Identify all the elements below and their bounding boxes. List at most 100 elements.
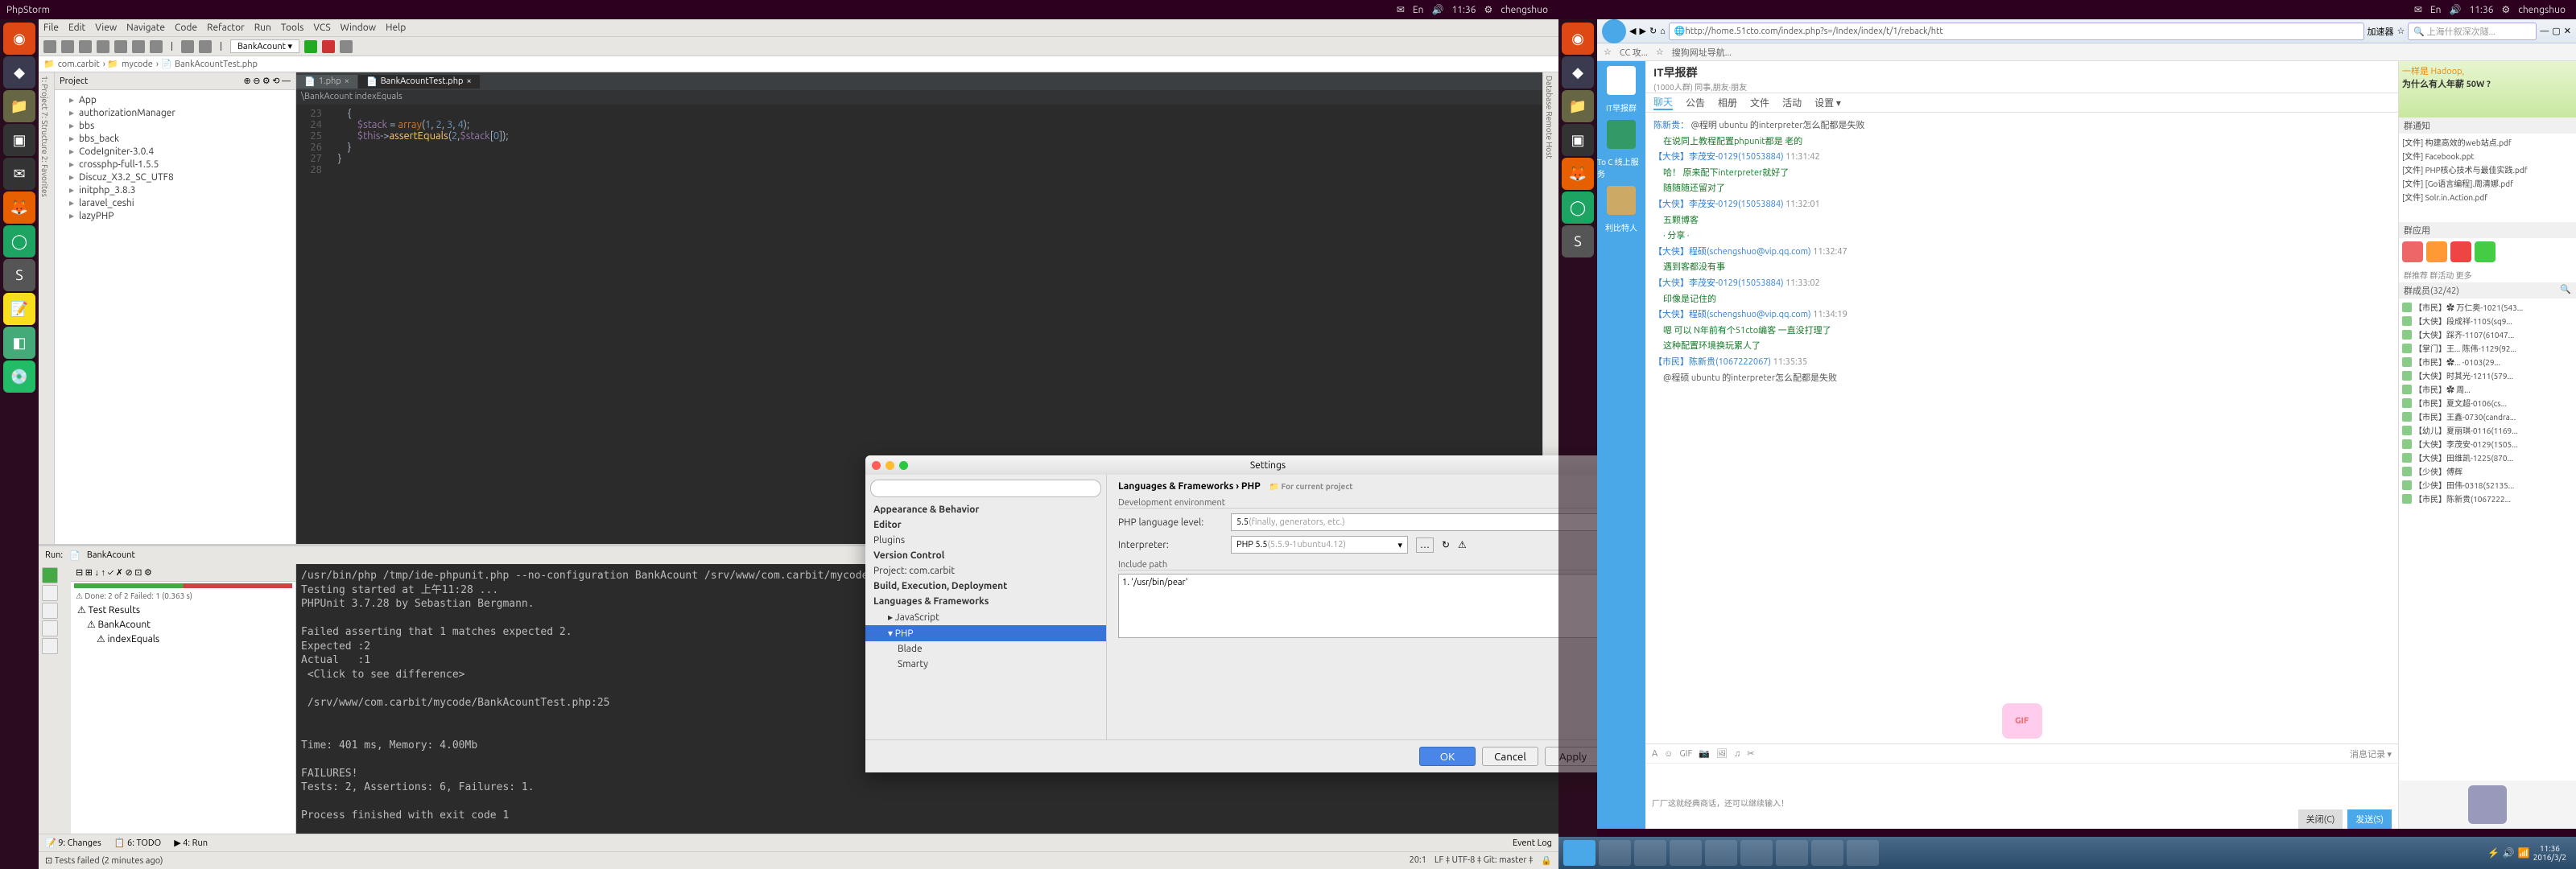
- taskbar-item[interactable]: [1670, 840, 1702, 866]
- taskbar-item[interactable]: [1740, 840, 1773, 866]
- left-toolwindow-bar[interactable]: 1: Project 7: Structure 2: Favorites: [39, 72, 55, 544]
- nav-row[interactable]: Plugins: [865, 533, 1106, 548]
- export-icon[interactable]: [42, 638, 58, 654]
- nav-row[interactable]: Editor: [865, 517, 1106, 533]
- sogou-icon[interactable]: S: [1562, 225, 1594, 257]
- tree-item[interactable]: bbs: [58, 119, 292, 132]
- max-icon[interactable]: ▢: [2552, 26, 2560, 36]
- menu-file[interactable]: File: [43, 23, 59, 33]
- menu-run[interactable]: Run: [254, 23, 271, 33]
- clock[interactable]: 11:36: [2469, 5, 2493, 15]
- taskbar-item[interactable]: [1634, 840, 1666, 866]
- tree-item[interactable]: authorizationManager: [58, 106, 292, 119]
- nav-row[interactable]: Appearance & Behavior: [865, 502, 1106, 517]
- debug-icon[interactable]: [322, 40, 335, 53]
- tree-class[interactable]: BankAcount: [98, 620, 151, 630]
- emoji-icon[interactable]: ☺: [1664, 749, 1673, 759]
- vip-icon[interactable]: 📷: [1699, 748, 1710, 759]
- project-tools[interactable]: ⊕ ⊖ ⚙ ⟲ —: [243, 76, 291, 86]
- terminal-icon[interactable]: ▣: [1562, 124, 1594, 156]
- editor-tab-active[interactable]: 📄 BankAcountTest.php ×: [358, 75, 480, 89]
- phpstorm-icon[interactable]: ◆: [3, 56, 35, 89]
- chat-messages[interactable]: 陈新贵： @程明 ubuntu 的interpreter怎么配都是失败在说同上教…: [1645, 113, 2398, 698]
- nav-row[interactable]: Smarty: [865, 657, 1106, 672]
- dash-icon[interactable]: ◉: [3, 23, 35, 55]
- firefox-icon[interactable]: 🦊: [3, 192, 35, 224]
- qq-group-avatar[interactable]: [1607, 186, 1636, 215]
- tree-item[interactable]: lazyPHP: [58, 209, 292, 222]
- back-icon[interactable]: [181, 40, 194, 53]
- run-icon[interactable]: [304, 40, 317, 53]
- send-button[interactable]: 发送(S): [2347, 809, 2392, 829]
- disk-icon[interactable]: 💿: [3, 360, 35, 393]
- url-bar[interactable]: 🌐 http://home.51cto.com/index.php?s=/Ind…: [1669, 23, 2364, 40]
- tree-item[interactable]: initphp_3.8.3: [58, 183, 292, 196]
- image-icon[interactable]: 🖼: [1716, 748, 1728, 759]
- close-icon[interactable]: ✕: [2564, 26, 2571, 36]
- nav-row[interactable]: Project: com.carbit: [865, 563, 1106, 579]
- dash-icon[interactable]: ◉: [1562, 23, 1594, 55]
- user-menu[interactable]: chengshuo: [1501, 5, 1548, 15]
- sb-run[interactable]: 4: Run: [183, 838, 208, 848]
- taskbar-item[interactable]: [1776, 840, 1808, 866]
- chat-input[interactable]: [1645, 763, 2398, 795]
- max-dot[interactable]: [899, 461, 908, 470]
- file-list[interactable]: [文件] 构建高效的web站点.pdf[文件] Facebook.ppt[文件]…: [2399, 134, 2576, 222]
- mail-icon[interactable]: ✉: [2414, 4, 2422, 15]
- screenshot-icon[interactable]: ✂: [1747, 748, 1754, 759]
- open-icon[interactable]: [43, 40, 56, 53]
- stop-icon[interactable]: [42, 585, 58, 601]
- project-tree[interactable]: App authorizationManager bbs bbs_back Co…: [55, 90, 295, 544]
- tab-chat[interactable]: 聊天: [1653, 95, 1673, 110]
- fav-item[interactable]: CC 攻...: [1620, 46, 1648, 59]
- members-list[interactable]: 【市民】✿ 万仁奥-1021(543...【大侠】段成祥-1105(sq9...…: [2399, 299, 2576, 780]
- sogou-logo-icon[interactable]: [1602, 19, 1626, 43]
- menu-navigate[interactable]: Navigate: [126, 23, 165, 33]
- redo-icon[interactable]: [97, 40, 109, 53]
- menu-vcs[interactable]: VCS: [313, 23, 330, 33]
- gear-icon[interactable]: ⚙: [2501, 4, 2510, 15]
- thunderbird-icon[interactable]: ✉: [3, 158, 35, 190]
- sound-icon[interactable]: 🔊: [1432, 4, 1444, 15]
- menu-edit[interactable]: Edit: [68, 23, 85, 33]
- files-icon[interactable]: 📁: [1562, 90, 1594, 122]
- paste-icon[interactable]: [150, 40, 163, 53]
- tab-settings[interactable]: 设置 ▾: [1814, 96, 1841, 109]
- tree-item[interactable]: App: [58, 93, 292, 106]
- fav-item[interactable]: 搜狗网址导航...: [1672, 46, 1732, 59]
- phpstorm-icon[interactable]: ◆: [1562, 56, 1594, 89]
- run-config[interactable]: BankAcount ▾: [230, 39, 299, 53]
- copy-icon[interactable]: [132, 40, 145, 53]
- min-icon[interactable]: —: [2540, 27, 2549, 36]
- nav-row[interactable]: Build, Execution, Deployment: [865, 579, 1106, 594]
- test-toolbar[interactable]: ⊟ ⊞ ↓ ↑ ✓ ✗ ⊘ ⊡ ⚙: [76, 567, 152, 578]
- tree-root[interactable]: Test Results: [89, 605, 141, 616]
- lang-indicator[interactable]: En: [2430, 5, 2442, 15]
- taskbar-clock[interactable]: 11:36 2016/3/2: [2533, 844, 2571, 862]
- rerun-icon[interactable]: [42, 567, 58, 583]
- reload-icon[interactable]: ↻: [1442, 539, 1450, 550]
- pin-icon[interactable]: [42, 603, 58, 619]
- msg-record[interactable]: 消息记录 ▾: [2350, 748, 2392, 760]
- tree-item[interactable]: laravel_ceshi: [58, 196, 292, 209]
- tree-item[interactable]: CodeIgniter-3.0.4: [58, 145, 292, 158]
- undo-icon[interactable]: [79, 40, 92, 53]
- app-icon[interactable]: [2402, 241, 2423, 262]
- nav-row-selected[interactable]: ▾ PHP: [865, 625, 1106, 641]
- crumb-0[interactable]: com.carbit: [58, 60, 100, 69]
- tab-notice[interactable]: 公告: [1686, 96, 1705, 109]
- app-icon[interactable]: ◧: [3, 327, 35, 359]
- tree-item[interactable]: crossphp-full-1.5.5: [58, 158, 292, 171]
- tree-method[interactable]: indexEquals: [108, 634, 160, 645]
- settings-titlebar[interactable]: Settings: [865, 455, 1670, 475]
- tree-item[interactable]: bbs_back: [58, 132, 292, 145]
- stop-icon[interactable]: [340, 40, 353, 53]
- min-dot[interactable]: [886, 461, 894, 470]
- sb-todo[interactable]: 6: TODO: [127, 838, 161, 848]
- tree-item[interactable]: Discuz_X3.2_SC_UTF8: [58, 171, 292, 183]
- menu-tools[interactable]: Tools: [281, 23, 304, 33]
- menu-code[interactable]: Code: [175, 23, 197, 33]
- chrome-icon[interactable]: ◯: [3, 225, 35, 257]
- menu-view[interactable]: View: [95, 23, 117, 33]
- cut-icon[interactable]: [114, 40, 127, 53]
